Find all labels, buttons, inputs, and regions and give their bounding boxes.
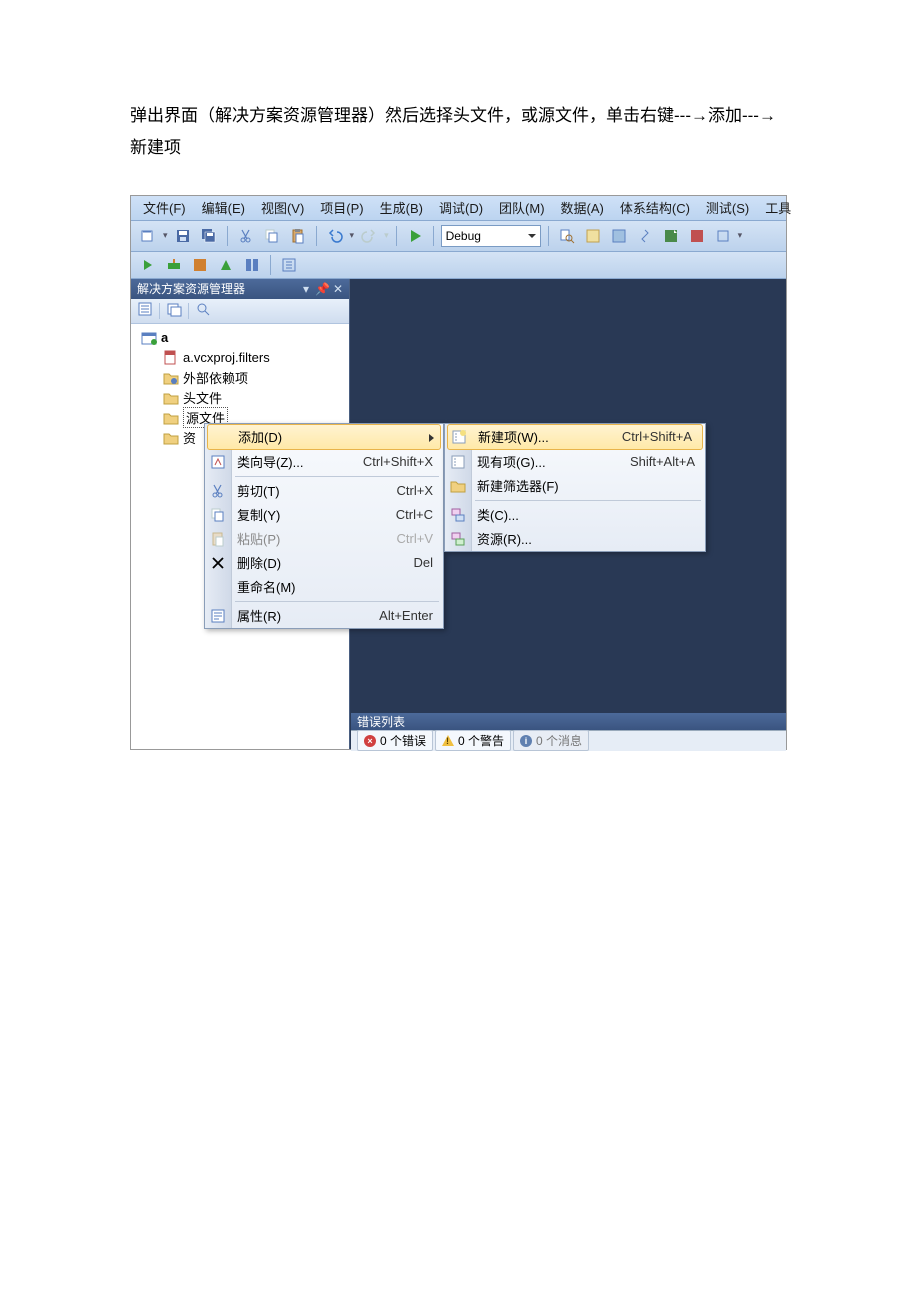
folder-icon xyxy=(163,430,179,446)
error-icon: × xyxy=(364,735,376,747)
step-into-icon[interactable] xyxy=(163,254,185,276)
cm-paste: 粘贴(P) Ctrl+V xyxy=(205,527,443,551)
class-icon xyxy=(450,507,466,523)
panel-pin-icon[interactable]: 📌 xyxy=(315,282,329,296)
panel-dropdown-icon[interactable]: ▾ xyxy=(299,282,313,296)
context-menu-add: 新建项(W)... Ctrl+Shift+A 现有项(G)... Shift+A… xyxy=(444,423,706,552)
project-node[interactable]: a xyxy=(133,328,347,348)
solution-explorer-toolbar xyxy=(131,299,349,324)
redo-icon[interactable] xyxy=(358,225,380,247)
menu-project[interactable]: 项目(P) xyxy=(312,196,371,219)
existing-item-icon xyxy=(450,454,466,470)
menu-view[interactable]: 视图(V) xyxy=(253,196,312,219)
menu-tools[interactable]: 工具 xyxy=(757,196,799,219)
menu-debug[interactable]: 调试(D) xyxy=(431,196,491,219)
save-all-icon[interactable] xyxy=(198,225,220,247)
tb-icon-2[interactable] xyxy=(582,225,604,247)
filter-file-icon xyxy=(163,350,179,366)
cm-new-item[interactable]: 新建项(W)... Ctrl+Shift+A xyxy=(447,424,703,450)
error-list-title: 错误列表 xyxy=(357,713,405,730)
folder-icon xyxy=(450,478,466,494)
menubar: 文件(F) 编辑(E) 视图(V) 项目(P) 生成(B) 调试(D) 团队(M… xyxy=(131,196,786,221)
tb2-icon-5[interactable] xyxy=(241,254,263,276)
se-show-all-icon[interactable] xyxy=(166,301,182,320)
menu-test[interactable]: 测试(S) xyxy=(698,196,757,219)
tb2-icon-6[interactable] xyxy=(278,254,300,276)
cm-rename[interactable]: 重命名(M) xyxy=(205,575,443,599)
errors-tab[interactable]: × 0 个错误 xyxy=(357,730,433,751)
copy-icon[interactable] xyxy=(261,225,283,247)
debug-toolbar xyxy=(131,252,786,279)
folder-icon xyxy=(163,390,179,406)
menu-arch[interactable]: 体系结构(C) xyxy=(612,196,698,219)
se-view-code-icon[interactable] xyxy=(195,301,211,320)
cm-separator xyxy=(235,601,439,602)
warnings-tab[interactable]: 0 个警告 xyxy=(435,730,511,751)
tb2-icon-3[interactable] xyxy=(189,254,211,276)
error-list-tabs: × 0 个错误 0 个警告 i 0 个消息 xyxy=(351,730,786,751)
cut-icon xyxy=(210,483,226,499)
cm-class-wizard[interactable]: 类向导(Z)... Ctrl+Shift+X xyxy=(205,450,443,474)
paste-icon[interactable] xyxy=(287,225,309,247)
step-over-icon[interactable] xyxy=(137,254,159,276)
resource-icon xyxy=(450,531,466,547)
submenu-arrow-icon xyxy=(429,434,434,442)
solution-explorer-header: 解决方案资源管理器 ▾ 📌 ✕ xyxy=(131,279,349,299)
tree-item-external[interactable]: 外部依赖项 xyxy=(133,368,347,388)
find-in-files-icon[interactable] xyxy=(556,225,578,247)
warning-icon xyxy=(442,735,454,746)
cm-resource[interactable]: 资源(R)... xyxy=(445,527,705,551)
cm-separator xyxy=(475,500,701,501)
project-label: a xyxy=(161,330,168,345)
paste-icon xyxy=(210,531,226,547)
tb2-icon-4[interactable] xyxy=(215,254,237,276)
delete-icon xyxy=(210,555,226,571)
external-deps-icon xyxy=(163,370,179,386)
tb-icon-3[interactable] xyxy=(608,225,630,247)
configuration-dropdown[interactable]: Debug xyxy=(441,225,541,247)
cm-properties[interactable]: 属性(R) Alt+Enter xyxy=(205,604,443,628)
tb-icon-4[interactable] xyxy=(634,225,656,247)
copy-icon xyxy=(210,507,226,523)
tb-icon-7[interactable] xyxy=(712,225,734,247)
menu-file[interactable]: 文件(F) xyxy=(135,196,194,219)
standard-toolbar: ▾ xyxy=(131,221,786,252)
solution-explorer-title: 解决方案资源管理器 xyxy=(137,280,245,297)
wizard-icon xyxy=(210,454,226,470)
cm-new-filter[interactable]: 新建筛选器(F) xyxy=(445,474,705,498)
save-icon[interactable] xyxy=(172,225,194,247)
cm-separator xyxy=(235,476,439,477)
menu-team[interactable]: 团队(M) xyxy=(491,196,553,219)
menu-build[interactable]: 生成(B) xyxy=(372,196,431,219)
folder-icon xyxy=(163,410,179,426)
tree-item-filters[interactable]: a.vcxproj.filters xyxy=(133,348,347,368)
cm-delete[interactable]: 删除(D) Del xyxy=(205,551,443,575)
cm-class[interactable]: 类(C)... xyxy=(445,503,705,527)
cm-copy[interactable]: 复制(Y) Ctrl+C xyxy=(205,503,443,527)
messages-tab[interactable]: i 0 个消息 xyxy=(513,730,589,751)
project-icon xyxy=(141,330,157,346)
tb-icon-6[interactable] xyxy=(686,225,708,247)
cm-add[interactable]: 添加(D) xyxy=(207,424,441,450)
context-menu-main: 添加(D) 类向导(Z)... Ctrl+Shift+X 剪切(T) Ctrl+… xyxy=(204,423,444,629)
instruction-text: 弹出界面（解决方案资源管理器）然后选择头文件，或源文件，单击右键---→添加--… xyxy=(0,100,920,195)
se-properties-icon[interactable] xyxy=(137,301,153,320)
cut-icon[interactable] xyxy=(235,225,257,247)
configuration-label: Debug xyxy=(446,229,481,243)
new-project-icon[interactable] xyxy=(137,225,159,247)
error-list-panel: 错误列表 × 0 个错误 0 个警告 i 0 个消息 xyxy=(351,713,786,749)
cm-cut[interactable]: 剪切(T) Ctrl+X xyxy=(205,479,443,503)
error-list-header: 错误列表 xyxy=(351,713,786,730)
new-item-icon xyxy=(451,429,467,445)
tb-icon-5[interactable] xyxy=(660,225,682,247)
menu-edit[interactable]: 编辑(E) xyxy=(194,196,253,219)
menu-data[interactable]: 数据(A) xyxy=(553,196,612,219)
info-icon: i xyxy=(520,735,532,747)
start-debug-icon[interactable] xyxy=(404,225,426,247)
properties-icon xyxy=(210,608,226,624)
panel-close-icon[interactable]: ✕ xyxy=(331,282,345,296)
tree-item-headers[interactable]: 头文件 xyxy=(133,388,347,408)
cm-existing-item[interactable]: 现有项(G)... Shift+Alt+A xyxy=(445,450,705,474)
undo-icon[interactable] xyxy=(324,225,346,247)
